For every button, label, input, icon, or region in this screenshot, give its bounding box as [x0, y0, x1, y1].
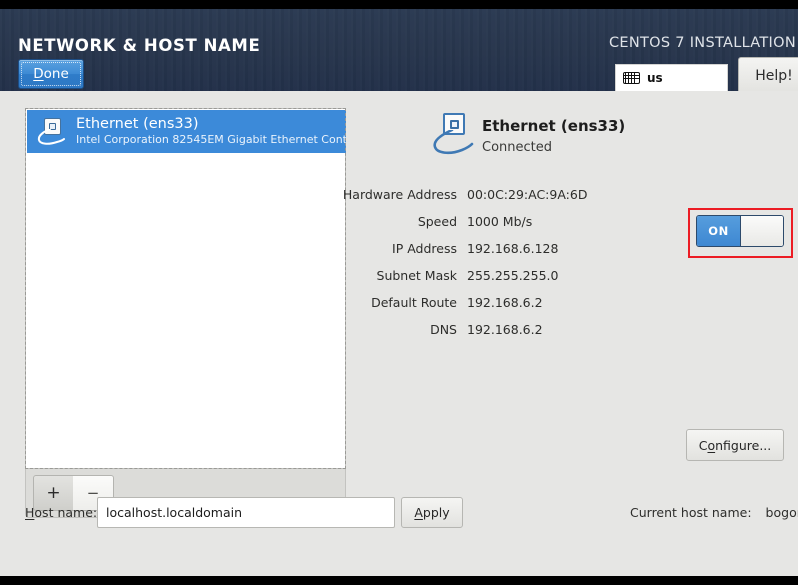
ethernet-jack-icon	[37, 117, 67, 147]
device-detail-rows: Hardware Address 00:0C:29:AC:9A:6D Speed…	[330, 181, 660, 343]
detail-row-dns: DNS 192.168.6.2	[330, 316, 660, 343]
main-content: Ethernet (ens33) Intel Corporation 82545…	[0, 91, 798, 576]
done-button[interactable]: Done	[18, 59, 84, 89]
detail-value: 192.168.6.2	[467, 322, 543, 337]
ethernet-jack-icon-large	[432, 113, 474, 157]
apply-button[interactable]: Apply	[401, 497, 463, 528]
list-item[interactable]: Ethernet (ens33) Intel Corporation 82545…	[27, 110, 346, 153]
detail-value: 1000 Mb/s	[467, 214, 533, 229]
done-button-label: Done	[19, 60, 83, 88]
detail-row-default-route: Default Route 192.168.6.2	[330, 289, 660, 316]
current-host-name-label: Current host name:	[630, 505, 752, 520]
detail-key: Default Route	[371, 295, 457, 310]
keyboard-icon	[623, 72, 640, 84]
jack-cable	[37, 128, 65, 145]
keyboard-layout-label: us	[647, 71, 663, 85]
bottom-black-bar	[0, 576, 798, 585]
host-name-input[interactable]	[97, 497, 395, 528]
done-mnemonic: D	[33, 66, 44, 82]
detail-key: IP Address	[392, 241, 457, 256]
apply-rest: pply	[422, 505, 450, 520]
list-item-text: Ethernet (ens33) Intel Corporation 82545…	[76, 116, 346, 147]
keyboard-layout-indicator[interactable]: us	[615, 64, 728, 92]
toggle-state-label: ON	[708, 224, 729, 238]
help-button-label: Help!	[755, 68, 793, 84]
jack-cable-large	[433, 130, 474, 155]
top-black-bar	[0, 0, 798, 9]
host-name-label: Host name:	[25, 505, 97, 520]
detail-row-hardware-address: Hardware Address 00:0C:29:AC:9A:6D	[330, 181, 660, 208]
host-name-mnemonic: H	[25, 505, 35, 520]
configure-button[interactable]: Configure...	[686, 429, 784, 461]
device-detail-status: Connected	[482, 140, 553, 155]
device-detail-names: Ethernet (ens33) Connected	[482, 113, 625, 157]
page-title: NETWORK & HOST NAME	[18, 36, 261, 55]
centos-installer-window: NETWORK & HOST NAME CENTOS 7 INSTALLATIO…	[0, 0, 798, 585]
network-device-list[interactable]: Ethernet (ens33) Intel Corporation 82545…	[25, 108, 346, 469]
detail-key: Subnet Mask	[376, 268, 457, 283]
configure-after: nfigure...	[715, 437, 772, 453]
list-item-name: Ethernet (ens33)	[76, 116, 199, 132]
toggle-on-segment: ON	[697, 216, 741, 246]
toggle-knob	[741, 216, 783, 246]
configure-mnemonic: o	[707, 437, 716, 453]
installation-label: CENTOS 7 INSTALLATION	[608, 35, 796, 51]
add-device-label: +	[46, 483, 61, 503]
detail-key: Speed	[417, 214, 457, 229]
detail-key: Hardware Address	[342, 187, 457, 202]
installer-header: NETWORK & HOST NAME CENTOS 7 INSTALLATIO…	[0, 9, 798, 95]
apply-button-label: Apply	[414, 505, 449, 520]
detail-row-ip-address: IP Address 192.168.6.128	[330, 235, 660, 262]
network-enable-toggle[interactable]: ON	[696, 215, 784, 247]
detail-key: DNS	[430, 322, 457, 337]
list-item-description: Intel Corporation 82545EM Gigabit Ethern…	[76, 133, 346, 146]
jack-port-large	[450, 120, 459, 129]
detail-value: 192.168.6.2	[467, 295, 543, 310]
current-host-name-value: bogon	[765, 505, 798, 520]
detail-value: 192.168.6.128	[467, 241, 559, 256]
detail-value: 255.255.255.0	[467, 268, 559, 283]
current-host-name: Current host name: bogon	[630, 505, 798, 520]
detail-value: 00:0C:29:AC:9A:6D	[467, 187, 588, 202]
device-detail-name: Ethernet (ens33)	[482, 117, 626, 135]
device-detail-header: Ethernet (ens33) Connected	[432, 113, 625, 157]
host-name-label-rest: ost name:	[34, 505, 98, 520]
help-button[interactable]: Help!	[738, 57, 798, 95]
detail-row-subnet-mask: Subnet Mask 255.255.255.0	[330, 262, 660, 289]
configure-button-label: Configure...	[699, 438, 772, 453]
detail-row-speed: Speed 1000 Mb/s	[330, 208, 660, 235]
done-rest: one	[43, 66, 69, 82]
apply-mnemonic: A	[414, 505, 423, 520]
